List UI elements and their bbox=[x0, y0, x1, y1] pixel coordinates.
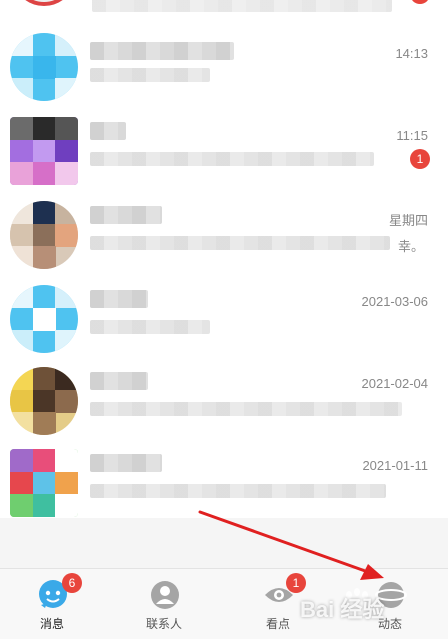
chat-row[interactable]: 2021-01-11 bbox=[0, 436, 448, 522]
list-footer-space bbox=[0, 518, 448, 570]
avatar bbox=[10, 285, 78, 353]
unread-badge: 6 bbox=[62, 573, 82, 593]
message-preview-blurred bbox=[90, 402, 402, 416]
message-preview-blurred bbox=[90, 484, 386, 498]
chat-time: 2021-02-04 bbox=[361, 376, 429, 391]
star-planet-icon bbox=[375, 582, 407, 608]
chat-row[interactable]: 星期四 幸。 bbox=[0, 188, 448, 274]
unread-badge bbox=[410, 0, 430, 4]
message-preview-blurred bbox=[90, 236, 390, 250]
chat-row[interactable]: 2021-03-06 bbox=[0, 272, 448, 358]
avatar bbox=[12, 0, 76, 6]
chat-time: 星期四 bbox=[388, 213, 428, 228]
avatar bbox=[10, 449, 78, 517]
message-preview-blurred bbox=[90, 68, 210, 82]
avatar bbox=[10, 33, 78, 101]
bottom-tab-bar: 6 消息 联系人 1 看点 动态 bbox=[0, 568, 448, 639]
contact-name-blurred bbox=[90, 290, 148, 308]
message-preview-blurred bbox=[90, 320, 210, 334]
tab-discover[interactable]: 1 看点 bbox=[248, 573, 308, 635]
contact-name-blurred bbox=[90, 42, 234, 60]
screen: 14:13 11:15 1 星期四 幸。 2021-03-06 2021-02-… bbox=[0, 0, 448, 639]
avatar bbox=[10, 117, 78, 185]
tab-label: 动态 bbox=[377, 617, 402, 631]
message-preview-blurred bbox=[90, 152, 374, 166]
tab-dynamic[interactable]: 动态 bbox=[360, 577, 420, 635]
tab-contacts[interactable]: 联系人 bbox=[134, 577, 194, 635]
tab-label: 看点 bbox=[265, 617, 290, 631]
contact-name-blurred bbox=[90, 206, 162, 224]
avatar bbox=[10, 201, 78, 269]
contact-name-blurred bbox=[90, 372, 148, 390]
contacts-icon bbox=[151, 581, 179, 609]
chat-list: 14:13 11:15 1 星期四 幸。 2021-03-06 2021-02-… bbox=[0, 0, 448, 518]
chat-row-partial[interactable] bbox=[0, 0, 448, 12]
tab-label: 联系人 bbox=[145, 617, 182, 631]
chat-time: 11:15 bbox=[396, 128, 428, 143]
contact-name-blurred bbox=[90, 454, 162, 472]
unread-badge: 1 bbox=[286, 573, 306, 593]
chat-row[interactable]: 2021-02-04 bbox=[0, 354, 448, 440]
chat-row[interactable]: 14:13 bbox=[0, 20, 448, 106]
message-tail: 幸。 bbox=[397, 239, 424, 254]
avatar bbox=[10, 367, 78, 435]
chat-row[interactable]: 11:15 1 bbox=[0, 104, 448, 190]
contact-name-blurred bbox=[90, 122, 126, 140]
tab-label: 消息 bbox=[39, 617, 64, 631]
tab-messages[interactable]: 6 消息 bbox=[22, 573, 82, 635]
chat-time: 2021-01-11 bbox=[362, 458, 428, 473]
chat-time: 14:13 bbox=[395, 46, 428, 61]
message-preview-blurred bbox=[92, 0, 392, 12]
unread-badge: 1 bbox=[410, 149, 430, 169]
chat-time: 2021-03-06 bbox=[361, 294, 429, 309]
